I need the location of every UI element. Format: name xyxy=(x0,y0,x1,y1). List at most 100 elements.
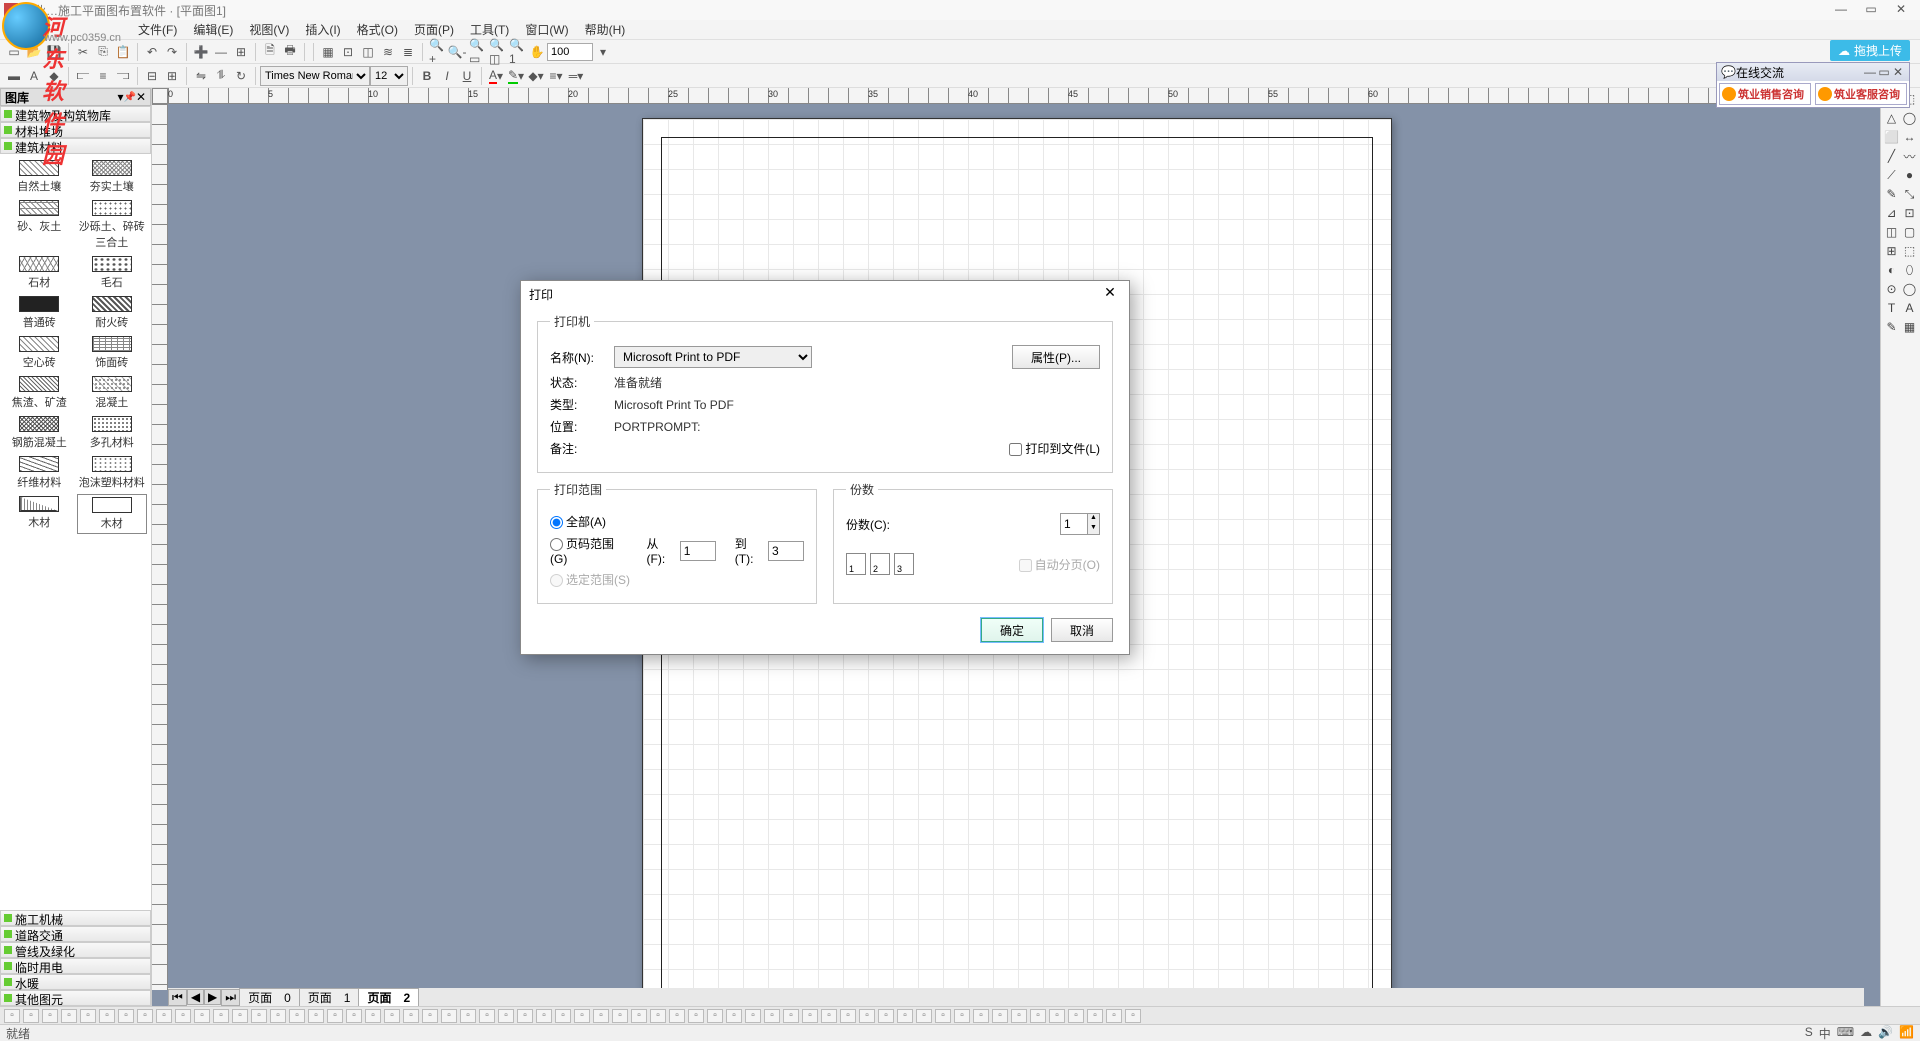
library-item[interactable]: 夯实土壤 xyxy=(77,158,148,196)
library-category[interactable]: 建筑材料 xyxy=(0,138,151,154)
align-icon[interactable]: ⫍ xyxy=(74,67,92,85)
draw-tool-icon[interactable]: ↔ xyxy=(1901,128,1918,146)
library-item[interactable]: 沙砾土、碎砖三合土 xyxy=(77,198,148,252)
symbol-button[interactable]: ▫ xyxy=(954,1009,970,1023)
tool-icon[interactable]: ➕ xyxy=(192,43,210,61)
zoom-in-icon[interactable]: 🔍+ xyxy=(428,43,446,61)
draw-tool-icon[interactable]: ⬚ xyxy=(1901,242,1918,260)
symbol-button[interactable]: ▫ xyxy=(99,1009,115,1023)
draw-tool-icon[interactable]: ◐ xyxy=(1883,261,1900,279)
library-item[interactable]: 石材 xyxy=(4,254,75,292)
from-input[interactable] xyxy=(680,541,716,561)
copies-input[interactable] xyxy=(1061,514,1087,534)
symbol-button[interactable]: ▫ xyxy=(707,1009,723,1023)
symbol-button[interactable]: ▫ xyxy=(878,1009,894,1023)
symbol-button[interactable]: ▫ xyxy=(213,1009,229,1023)
tray-icon[interactable]: 🔊 xyxy=(1878,1025,1893,1041)
draw-tool-icon[interactable]: ✎ xyxy=(1883,318,1900,336)
symbol-button[interactable]: ▫ xyxy=(403,1009,419,1023)
library-item[interactable]: 泡沫塑料材料 xyxy=(77,454,148,492)
fill-color-icon[interactable]: ◆▾ xyxy=(527,67,545,85)
draw-tool-icon[interactable]: ◯ xyxy=(1901,280,1918,298)
flip-icon[interactable]: ⥮ xyxy=(212,67,230,85)
range-selection-radio[interactable]: 选定范围(S) xyxy=(550,571,630,588)
symbol-button[interactable]: ▫ xyxy=(688,1009,704,1023)
page-tab[interactable]: 页面 0 xyxy=(239,988,300,1006)
symbol-button[interactable]: ▫ xyxy=(536,1009,552,1023)
dropdown-icon[interactable]: ▾ xyxy=(594,43,612,61)
draw-tool-icon[interactable]: ▦ xyxy=(1901,318,1918,336)
menu-item[interactable]: 帮助(H) xyxy=(577,21,634,38)
menu-item[interactable]: 视图(V) xyxy=(241,21,297,38)
spin-up-icon[interactable]: ▲ xyxy=(1087,514,1099,524)
consult-sales[interactable]: 筑业销售咨询 xyxy=(1719,83,1811,105)
align-icon[interactable]: ⫎ xyxy=(114,67,132,85)
symbol-button[interactable]: ▫ xyxy=(232,1009,248,1023)
symbol-button[interactable]: ▫ xyxy=(80,1009,96,1023)
maximize-button[interactable]: ▭ xyxy=(1856,1,1886,19)
symbol-button[interactable]: ▫ xyxy=(783,1009,799,1023)
group-icon[interactable]: ⊟ xyxy=(143,67,161,85)
fill-icon[interactable]: ◆ xyxy=(45,67,63,85)
symbol-button[interactable]: ▫ xyxy=(498,1009,514,1023)
tab-nav-button[interactable]: ▶ xyxy=(204,989,221,1005)
library-item[interactable]: 焦渣、矿渣 xyxy=(4,374,75,412)
zoom-fit-icon[interactable]: 🔍▭ xyxy=(468,43,486,61)
symbol-button[interactable]: ▫ xyxy=(935,1009,951,1023)
printer-select[interactable]: Microsoft Print to PDF xyxy=(614,346,812,368)
tray-icon[interactable]: S xyxy=(1805,1025,1813,1041)
symbol-button[interactable]: ▫ xyxy=(650,1009,666,1023)
symbol-button[interactable]: ▫ xyxy=(992,1009,1008,1023)
draw-tool-icon[interactable]: 〰 xyxy=(1901,147,1918,165)
symbol-button[interactable]: ▫ xyxy=(555,1009,571,1023)
symbol-button[interactable]: ▫ xyxy=(23,1009,39,1023)
font-select[interactable]: Times New Roman xyxy=(260,66,370,86)
library-item[interactable]: 钢筋混凝土 xyxy=(4,414,75,452)
draw-tool-icon[interactable]: ╱ xyxy=(1883,147,1900,165)
collate-checkbox[interactable]: 自动分页(O) xyxy=(1019,556,1100,573)
symbol-button[interactable]: ▫ xyxy=(1106,1009,1122,1023)
library-item[interactable]: 自然土壤 xyxy=(4,158,75,196)
page-tab[interactable]: 页面 2 xyxy=(358,988,419,1006)
snap-icon[interactable]: ⊡ xyxy=(339,43,357,61)
pan-icon[interactable]: ✋ xyxy=(528,43,546,61)
tab-nav-button[interactable]: ◀ xyxy=(187,989,204,1005)
zoom-out-icon[interactable]: 🔍- xyxy=(448,43,466,61)
draw-tool-icon[interactable]: ⊡ xyxy=(1901,204,1918,222)
grid-icon[interactable]: ▦ xyxy=(319,43,337,61)
library-category[interactable]: 其他图元 xyxy=(0,990,151,1006)
symbol-button[interactable]: ▫ xyxy=(175,1009,191,1023)
symbol-button[interactable]: ▫ xyxy=(1125,1009,1141,1023)
library-category[interactable]: 水暖 xyxy=(0,974,151,990)
copies-spinner[interactable]: ▲▼ xyxy=(1060,513,1100,535)
library-item[interactable]: 普通砖 xyxy=(4,294,75,332)
zoom-actual-icon[interactable]: 🔍1 xyxy=(508,43,526,61)
symbol-button[interactable]: ▫ xyxy=(289,1009,305,1023)
underline-icon[interactable]: U xyxy=(458,67,476,85)
library-category[interactable]: 建筑物及构筑物库 xyxy=(0,106,151,122)
library-category[interactable]: 管线及绿化 xyxy=(0,942,151,958)
cut-icon[interactable]: ✂ xyxy=(74,43,92,61)
text-tool-icon[interactable]: A xyxy=(25,67,43,85)
symbol-button[interactable]: ▫ xyxy=(745,1009,761,1023)
symbol-button[interactable]: ▫ xyxy=(460,1009,476,1023)
draw-tool-icon[interactable]: A xyxy=(1901,299,1918,317)
symbol-button[interactable]: ▫ xyxy=(1030,1009,1046,1023)
library-category[interactable]: 道路交通 xyxy=(0,926,151,942)
menu-item[interactable]: 文件(F) xyxy=(130,21,185,38)
draw-tool-icon[interactable]: ◫ xyxy=(1883,223,1900,241)
redo-icon[interactable]: ↷ xyxy=(163,43,181,61)
draw-tool-icon[interactable]: ⊿ xyxy=(1883,204,1900,222)
menu-item[interactable]: 插入(I) xyxy=(297,21,348,38)
symbol-button[interactable]: ▫ xyxy=(441,1009,457,1023)
draw-tool-icon[interactable]: ⟋ xyxy=(1883,166,1900,184)
ungroup-icon[interactable]: ⊞ xyxy=(163,67,181,85)
menu-item[interactable]: 工具(T) xyxy=(462,21,517,38)
menu-item[interactable]: 窗口(W) xyxy=(517,21,576,38)
paste-icon[interactable]: 📋 xyxy=(114,43,132,61)
cancel-button[interactable]: 取消 xyxy=(1051,618,1113,642)
font-size-select[interactable]: 12 xyxy=(370,66,408,86)
menu-item[interactable]: 页面(P) xyxy=(406,21,462,38)
consult-service[interactable]: 筑业客服咨询 xyxy=(1815,83,1907,105)
pin-icon[interactable]: 📌 xyxy=(123,92,135,103)
